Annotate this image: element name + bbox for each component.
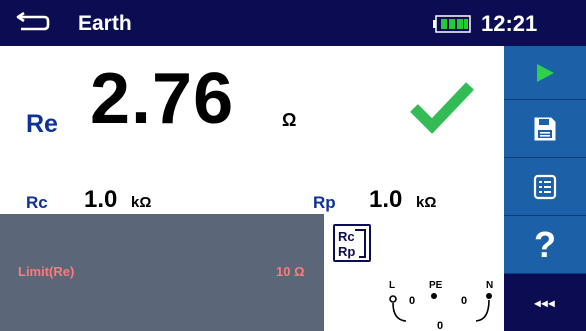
limit-value: 10 Ω (276, 264, 305, 279)
save-button[interactable] (504, 100, 586, 158)
clock: 12:21 (481, 11, 538, 36)
rc-label: Rc (26, 193, 48, 212)
rp-unit: kΩ (416, 194, 437, 211)
terminal-pe-label: PE (429, 280, 443, 291)
rc-rp-selector-icon[interactable]: Rc Rp (333, 224, 371, 262)
limit-label: Limit(Re) (18, 264, 75, 279)
rc-value: 1.0 (84, 186, 118, 213)
back-icon[interactable] (14, 7, 58, 35)
more-arrows-icon: ◂◂◂ (534, 295, 556, 310)
save-icon (534, 117, 556, 140)
battery-icon (433, 15, 471, 33)
pass-check-icon (410, 82, 474, 134)
terminal-diagram: L PE N 0 0 0 (389, 280, 493, 331)
header-bar: Earth 12:21 (0, 0, 586, 46)
terminal-n-socket (486, 293, 492, 299)
start-button[interactable] (504, 46, 586, 100)
terminal-value-2: 0 (461, 295, 467, 307)
re-label: Re (26, 110, 58, 138)
terminal-pe-socket (431, 293, 437, 299)
limit-panel[interactable]: Limit(Re) 10 Ω (0, 214, 324, 331)
help-button[interactable]: ? (504, 216, 586, 274)
terminal-l-socket (389, 295, 397, 303)
rp-label: Rp (313, 193, 336, 212)
terminal-n-label: N (486, 280, 493, 291)
rcrp-top-text: Rc (338, 229, 355, 244)
re-unit: Ω (282, 110, 297, 130)
list-icon (533, 174, 557, 199)
re-value: 2.76 (90, 59, 235, 139)
results-list-button[interactable] (504, 158, 586, 216)
terminal-value-1: 0 (409, 295, 415, 307)
terminal-value-3: 0 (437, 320, 443, 331)
play-icon (537, 63, 554, 82)
help-icon: ? (534, 223, 556, 265)
page-title: Earth (78, 12, 132, 35)
rc-unit: kΩ (131, 194, 152, 211)
terminal-l-label: L (389, 280, 395, 291)
more-options-button[interactable]: ◂◂◂ (504, 274, 586, 331)
rcrp-bottom-text: Rp (338, 244, 355, 259)
sidebar: ? ◂◂◂ (504, 46, 586, 331)
rp-value: 1.0 (369, 186, 403, 213)
